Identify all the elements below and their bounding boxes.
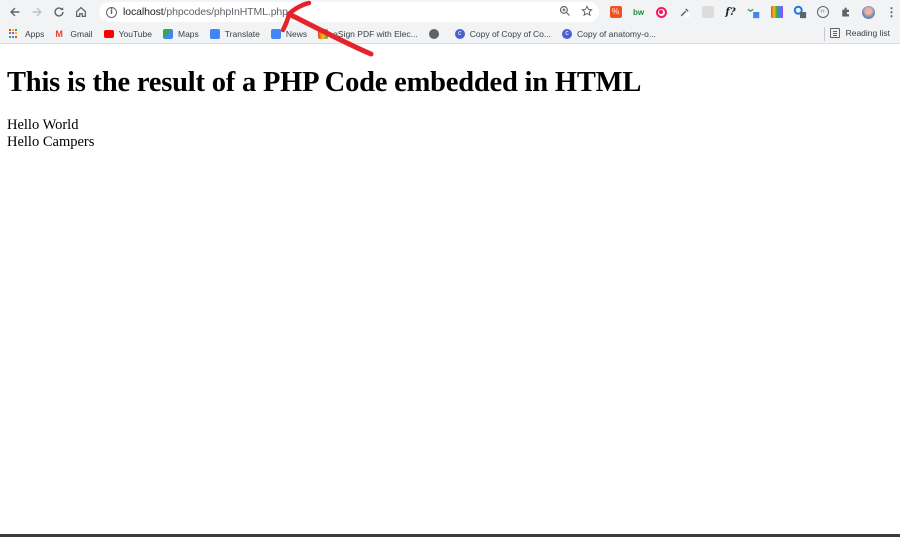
bookmark-news[interactable]: News: [270, 28, 308, 39]
bookmark-label: Maps: [177, 28, 199, 39]
bookmarks-bar: Apps M Gmail YouTube Maps Translate News…: [0, 24, 900, 44]
menu-kebab-icon[interactable]: ⋮: [882, 3, 900, 21]
bookmark-gmail[interactable]: M Gmail: [55, 29, 92, 39]
extension-orange-icon[interactable]: %: [606, 3, 625, 21]
bookmark-label: eSign PDF with Elec...: [333, 28, 418, 39]
youtube-icon: [103, 29, 114, 38]
extension-grey-icon[interactable]: [698, 3, 717, 21]
esign-icon: [318, 28, 329, 39]
eyedropper-icon[interactable]: [675, 3, 694, 21]
bookmark-copy-of-anatomy[interactable]: c Copy of anatomy-o...: [562, 28, 656, 39]
browser-toolbar: i localhost/phpcodes/phpInHTML.php % bw …: [0, 0, 900, 24]
url-host: localhost: [123, 6, 164, 18]
bookmark-youtube[interactable]: YouTube: [103, 28, 152, 39]
page-heading: This is the result of a PHP Code embedde…: [7, 67, 642, 98]
site-info-icon[interactable]: i: [106, 6, 117, 18]
url-path: /phpcodes/phpInHTML.php: [163, 6, 288, 18]
doc-c-icon: c: [454, 28, 465, 39]
bookmark-label: News: [285, 28, 308, 39]
code-extension-icon[interactable]: ‹›: [813, 3, 832, 21]
reading-list-icon: [829, 28, 840, 38]
profile-avatar[interactable]: [859, 3, 878, 21]
extensions-row: % bw f? ‹› ⋮: [606, 3, 900, 21]
doc-c-icon: c: [562, 28, 572, 39]
url-text[interactable]: localhost/phpcodes/phpInHTML.php: [123, 6, 288, 18]
back-button[interactable]: [4, 1, 26, 23]
news-icon: [270, 28, 281, 39]
extension-pink-circle-icon[interactable]: [652, 3, 671, 21]
bookmark-globe[interactable]: [428, 28, 444, 39]
reading-list-button[interactable]: Reading list: [829, 28, 890, 38]
reload-button[interactable]: [48, 1, 70, 23]
extension-bw-icon[interactable]: bw: [629, 3, 648, 21]
extension-rainbow-icon[interactable]: [767, 3, 786, 21]
extension-blue-ring-icon[interactable]: [790, 3, 809, 21]
extension-green-x-icon[interactable]: [744, 3, 763, 21]
home-icon: [76, 6, 86, 17]
reload-icon: [54, 7, 64, 17]
bookmark-copy-of-copy[interactable]: c Copy of Copy of Co...: [454, 28, 551, 39]
maps-icon: [162, 28, 173, 39]
bookmark-apps[interactable]: Apps: [9, 28, 45, 39]
bookmarks-divider: [824, 27, 825, 41]
output-line: Hello World: [7, 117, 79, 133]
zoom-icon[interactable]: [559, 5, 571, 20]
bookmark-label: Translate: [224, 28, 260, 39]
bookmark-star-icon[interactable]: [581, 5, 593, 20]
bookmark-label: YouTube: [118, 28, 152, 39]
output-line: Hello Campers: [7, 134, 95, 150]
bookmark-label: Copy of Copy of Co...: [469, 28, 551, 39]
reading-list-label: Reading list: [845, 28, 890, 38]
bookmark-esign[interactable]: eSign PDF with Elec...: [318, 28, 418, 39]
apps-grid-icon: [9, 28, 19, 39]
bookmark-label: Copy of anatomy-o...: [577, 28, 656, 39]
arrow-left-icon: [10, 7, 20, 17]
bookmark-label: Apps: [25, 28, 45, 39]
bookmark-translate[interactable]: Translate: [209, 28, 260, 39]
fonts-extension-icon[interactable]: f?: [721, 3, 740, 21]
arrow-right-icon: [32, 7, 42, 17]
globe-icon: [428, 28, 439, 39]
forward-button[interactable]: [26, 1, 48, 23]
bookmark-maps[interactable]: Maps: [162, 28, 199, 39]
address-bar[interactable]: i localhost/phpcodes/phpInHTML.php: [99, 2, 599, 22]
home-button[interactable]: [70, 1, 92, 23]
page-content: This is the result of a PHP Code embedde…: [0, 45, 900, 534]
gmail-icon: M: [55, 28, 63, 39]
bookmark-label: Gmail: [70, 28, 93, 39]
puzzle-extensions-icon[interactable]: [836, 3, 855, 21]
translate-icon: [209, 28, 220, 39]
